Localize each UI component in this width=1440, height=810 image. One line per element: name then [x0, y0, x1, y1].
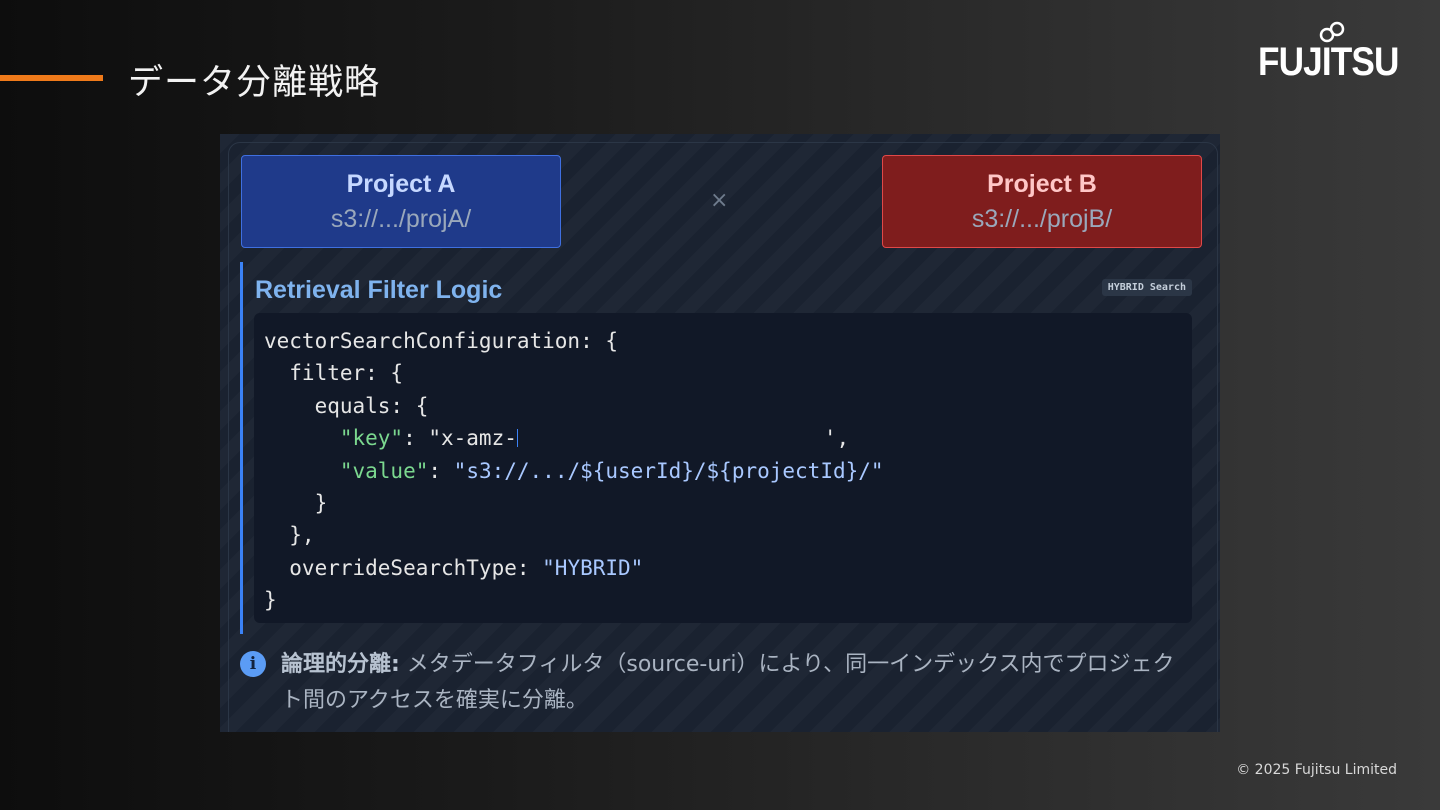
info-strong-label: 論理的分離:	[281, 652, 400, 677]
copyright-text: © 2025 Fujitsu Limited	[1236, 762, 1397, 778]
code-line: overrideSearchType: "HYBRID"	[264, 552, 1182, 584]
code-key-string: "key"	[339, 426, 404, 451]
code-value-string: "s3://.../${userId}/${projectId}/"	[453, 458, 884, 483]
code-key-string: "value"	[339, 458, 429, 483]
project-a-path: s3://.../projA/	[330, 205, 472, 233]
embedded-screenshot: Project A s3://.../projA/ × Project B s3…	[220, 134, 1220, 732]
code-line: }	[264, 588, 277, 613]
filter-title: Retrieval Filter Logic	[255, 276, 503, 304]
code-text: :	[428, 458, 454, 483]
slide-title: データ分離戦略	[128, 63, 381, 103]
logo-wordmark: FUJITSU	[1258, 40, 1399, 84]
code-text: : "x-amz-	[403, 426, 517, 451]
code-line: equals: {	[264, 393, 429, 418]
code-text: ',	[823, 426, 850, 451]
code-line: "key": "x-amz- ',	[264, 422, 1182, 454]
code-line: }	[264, 490, 328, 515]
title-accent-line	[0, 75, 103, 81]
fujitsu-logo: FUJITSU	[1258, 20, 1399, 90]
search-type-badge: HYBRID Search	[1101, 279, 1192, 296]
code-line: vectorSearchConfiguration: {	[264, 329, 619, 353]
project-a-name: Project A	[346, 170, 456, 198]
project-b-name: Project B	[987, 170, 1097, 198]
code-line: filter: {	[264, 361, 404, 386]
project-a-card: Project A s3://.../projA/	[241, 155, 561, 248]
project-b-path: s3://.../projB/	[971, 205, 1113, 233]
code-line: },	[264, 523, 315, 548]
project-b-card: Project B s3://.../projB/	[882, 155, 1202, 248]
code-value-string: "HYBRID"	[542, 555, 644, 580]
retrieval-filter-panel: Retrieval Filter Logic HYBRID Search vec…	[240, 262, 1195, 634]
info-icon: i	[240, 651, 266, 677]
code-text: overrideSearchType:	[264, 555, 543, 580]
code-line: "value": "s3://.../${userId}/${projectId…	[264, 455, 1182, 487]
redacted-area	[516, 429, 824, 448]
info-body: メタデータフィルタ（source-uri）により、同一インデックス内でプロジェク…	[281, 652, 1175, 713]
info-text: 論理的分離: メタデータフィルタ（source-uri）により、同一インデックス…	[281, 647, 1196, 719]
times-icon: ×	[710, 188, 729, 213]
code-block: vectorSearchConfiguration: { filter: { e…	[254, 313, 1192, 623]
